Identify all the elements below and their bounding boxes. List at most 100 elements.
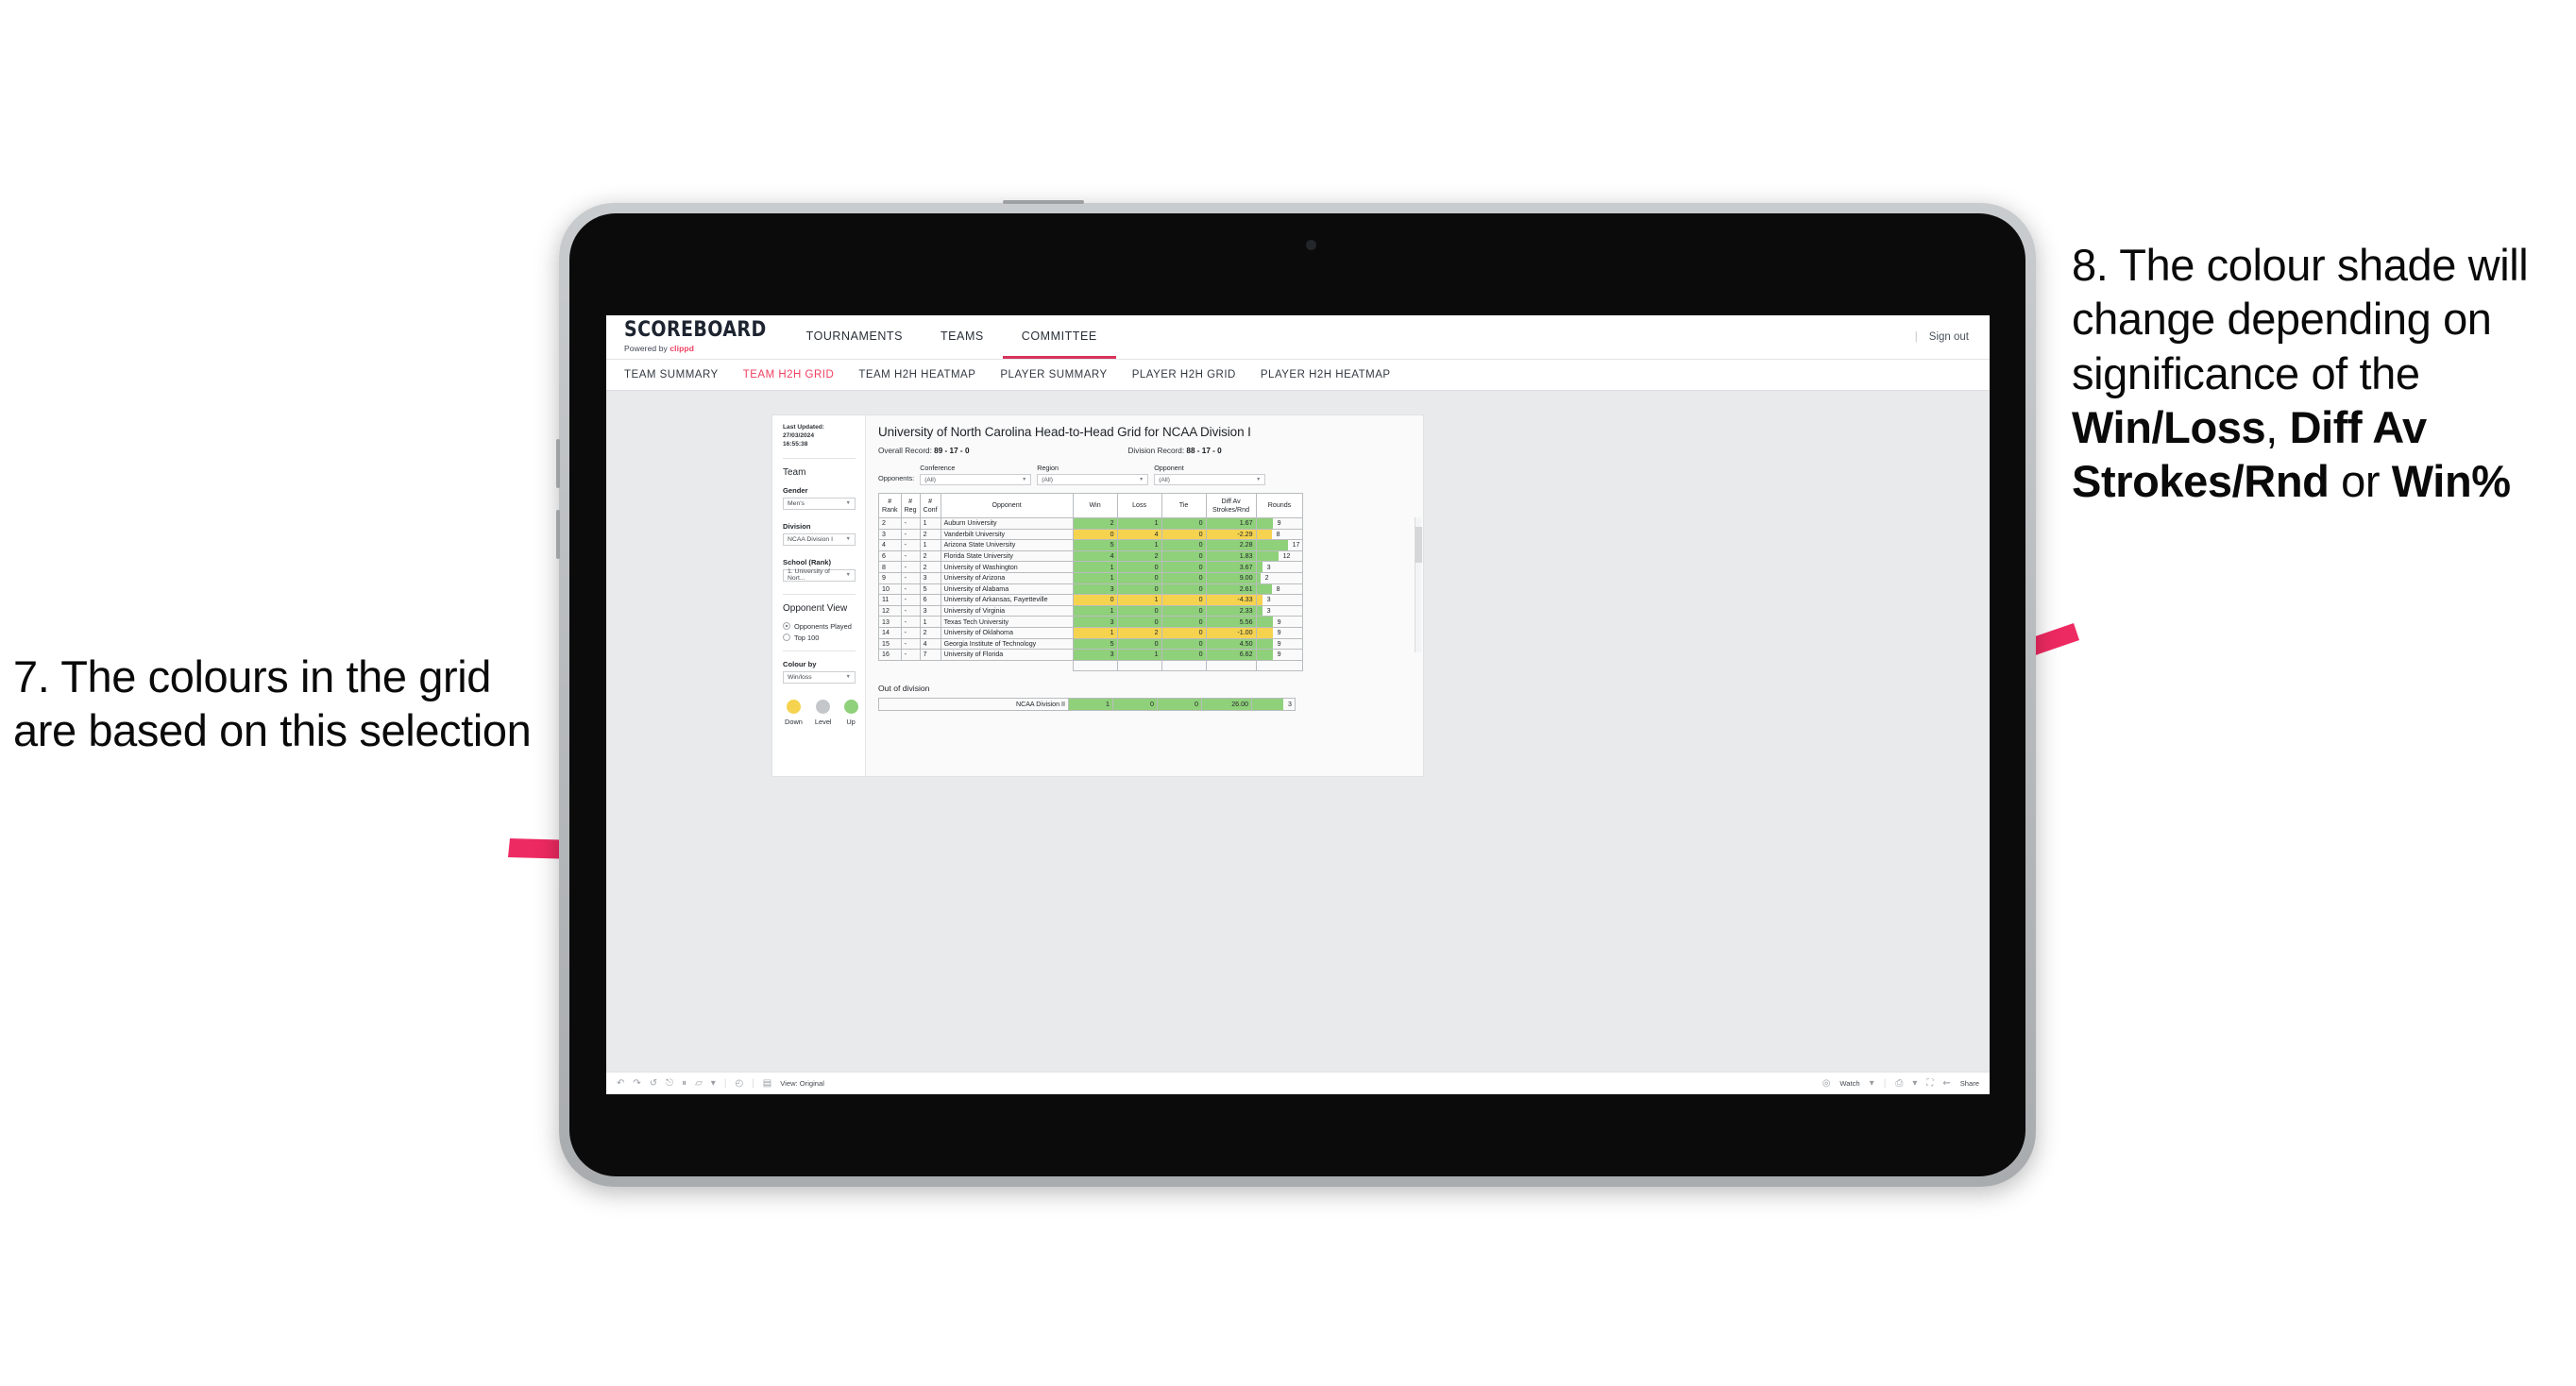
annotation-right-text: The colour shade will change depending o… [2072, 240, 2529, 506]
cell-rank: 10 [878, 583, 902, 596]
opponent-filters: Opponents: Conference (All) ▼ Region (Al… [878, 464, 1413, 485]
app-header: SCOREBOARD Powered by clippd TOURNAMENTS… [606, 315, 1990, 360]
table-scrollbar[interactable] [1415, 517, 1422, 652]
power-button[interactable] [1003, 200, 1084, 204]
nav-committee[interactable]: COMMITTEE [1002, 315, 1116, 359]
undo-icon[interactable]: ↶ [617, 1078, 624, 1089]
nav-tournaments[interactable]: TOURNAMENTS [788, 315, 922, 359]
out-of-division-row[interactable]: NCAA Division II 1 0 0 26.00 3 [878, 698, 1296, 711]
cell-rank: 16 [878, 649, 902, 661]
table-row[interactable]: 3-2 Vanderbilt University 0 4 0 -2.29 8 [878, 528, 1304, 541]
subnav-player-summary[interactable]: PLAYER SUMMARY [1000, 369, 1107, 380]
revert-icon[interactable]: ↺ [650, 1078, 657, 1089]
legend-dot-up [843, 699, 858, 714]
column-header-win[interactable]: Win [1072, 493, 1118, 518]
volume-down-button[interactable] [556, 510, 560, 559]
table-row[interactable]: 12-3 University of Virginia 1 0 0 2.33 3 [878, 604, 1304, 617]
table-row[interactable]: 16-7 University of Florida 3 1 0 6.62 9 [878, 649, 1304, 661]
rounds-value: 3 [1266, 596, 1271, 604]
share-icon[interactable]: ⇜ [1942, 1078, 1950, 1089]
cell-rounds: 3 [1255, 594, 1304, 606]
cell-diff-av-strokes: -2.29 [1205, 528, 1257, 541]
secondary-nav: TEAM SUMMARY TEAM H2H GRID TEAM H2H HEAT… [606, 360, 1990, 391]
division-select[interactable]: NCAA Division I ▼ [783, 532, 856, 546]
watch-button[interactable]: Watch [1839, 1079, 1859, 1088]
column-header-reg[interactable]: # Reg [900, 493, 921, 518]
cell-diff-av-strokes: 2.61 [1205, 583, 1257, 596]
column-header-rounds[interactable]: Rounds [1255, 493, 1304, 518]
table-row[interactable]: 13-1 Texas Tech University 3 0 0 5.56 9 [878, 616, 1304, 628]
cell-rank: 3 [878, 528, 902, 541]
scrollbar-thumb[interactable] [1415, 527, 1422, 563]
radio-top-100[interactable]: Top 100 [783, 634, 856, 642]
table-row[interactable]: 8-2 University of Washington 1 0 0 3.67 3 [878, 561, 1304, 573]
table-row[interactable]: 14-2 University of Oklahoma 1 2 0 -1.00 9 [878, 626, 1304, 639]
fullscreen-icon[interactable]: ⛶ [1926, 1078, 1933, 1089]
colour-by-select[interactable]: Win/loss ▼ [783, 670, 856, 684]
column-header-tie[interactable]: Tie [1161, 493, 1207, 518]
radio-icon [783, 634, 790, 642]
region-label: Region [1037, 464, 1059, 472]
cell-opponent: University of Arizona [940, 571, 1074, 584]
cell-diff-av-strokes: 2.33 [1205, 604, 1257, 617]
nav-teams[interactable]: TEAMS [922, 315, 1003, 359]
watch-icon[interactable]: ◎ [1822, 1078, 1831, 1089]
refresh-icon[interactable]: ⎋ [666, 1078, 673, 1089]
redo-icon[interactable]: ↷ [633, 1078, 640, 1089]
conference-select[interactable]: (All) ▼ [920, 474, 1032, 485]
subnav-player-h2h-grid[interactable]: PLAYER H2H GRID [1132, 369, 1236, 380]
pause-updates-icon[interactable]: ⏸ [682, 1078, 686, 1089]
cell-tie: 0 [1161, 649, 1207, 661]
view-original-button[interactable]: View: Original [780, 1079, 824, 1088]
column-header-diff-av-strokes-rnd[interactable]: Diff Av Strokes/Rnd [1205, 493, 1257, 518]
empty-cell [920, 660, 941, 671]
table-row[interactable]: 10-5 University of Alabama 3 0 0 2.61 8 [878, 583, 1304, 596]
gender-select[interactable]: Men's ▼ [783, 497, 856, 510]
download-icon[interactable]: ⎙ [1895, 1078, 1903, 1089]
column-header-conf[interactable]: # Conf [919, 493, 941, 518]
cell-conference: 4 [919, 637, 941, 651]
table-row[interactable]: 9-3 University of Arizona 1 0 0 9.00 2 [878, 571, 1304, 584]
cell-win: 5 [1072, 637, 1118, 651]
chevron-down-icon[interactable]: ▾ [711, 1078, 716, 1089]
opponent-select[interactable]: (All) ▼ [1154, 474, 1266, 485]
subnav-player-h2h-heatmap[interactable]: PLAYER H2H HEATMAP [1261, 369, 1391, 380]
cell-conference: 1 [919, 539, 941, 551]
table-row[interactable]: 4-1 Arizona State University 5 1 0 2.28 17 [878, 539, 1304, 551]
empty-cell [1161, 659, 1207, 672]
view-icon[interactable]: ▤ [763, 1078, 771, 1089]
subnav-team-h2h-grid[interactable]: TEAM H2H GRID [743, 369, 835, 380]
header-divider: | [1914, 331, 1918, 343]
table-row[interactable]: 2-1 Auburn University 2 1 0 1.67 9 [878, 517, 1304, 530]
cell-opponent: Auburn University [940, 517, 1074, 530]
chevron-down-icon[interactable]: ▾ [1912, 1078, 1917, 1089]
share-button[interactable]: Share [1960, 1079, 1979, 1088]
column-header-rank[interactable]: # Rank [878, 493, 902, 518]
subnav-team-summary[interactable]: TEAM SUMMARY [624, 369, 719, 380]
column-header-loss[interactable]: Loss [1116, 493, 1162, 518]
overall-record-value: 89 - 17 - 0 [934, 447, 970, 455]
cell-tie: 0 [1161, 539, 1207, 551]
column-header-opponent[interactable]: Opponent [940, 493, 1074, 518]
brand-powered-prefix: Powered by [624, 344, 670, 353]
cell-tie: 0 [1161, 517, 1207, 530]
radio-opponents-played[interactable]: Opponents Played [783, 622, 856, 631]
cell-conference: 7 [919, 649, 941, 661]
highlight-icon[interactable]: ▱ [695, 1078, 703, 1089]
school-select[interactable]: 1. University of Nort... ▼ [783, 568, 856, 582]
chevron-down-icon[interactable]: ▾ [1870, 1078, 1874, 1089]
ood-cell-win: 1 [1068, 698, 1113, 711]
table-row[interactable]: 11-6 University of Arkansas, Fayetteville… [878, 594, 1304, 606]
sign-out-link[interactable]: Sign out [1929, 331, 1969, 343]
legend-item-down: Down [785, 699, 803, 726]
table-row[interactable]: 6-2 Florida State University 4 2 0 1.83 12 [878, 549, 1304, 563]
table-row[interactable]: 15-4 Georgia Institute of Technology 5 0 0 4.… [878, 637, 1304, 651]
clock-icon[interactable]: ◴ [735, 1078, 743, 1089]
volume-up-button[interactable] [556, 439, 560, 488]
brand-logo[interactable]: SCOREBOARD Powered by clippd [606, 315, 788, 359]
region-select[interactable]: (All) ▼ [1037, 474, 1149, 485]
subnav-team-h2h-heatmap[interactable]: TEAM H2H HEATMAP [858, 369, 975, 380]
cell-region: - [900, 637, 921, 651]
h2h-table-wrapper: # Rank # Reg # Conf Opponent Win Loss Tie Diff Av S… [878, 493, 1422, 672]
cell-loss: 2 [1116, 549, 1162, 563]
